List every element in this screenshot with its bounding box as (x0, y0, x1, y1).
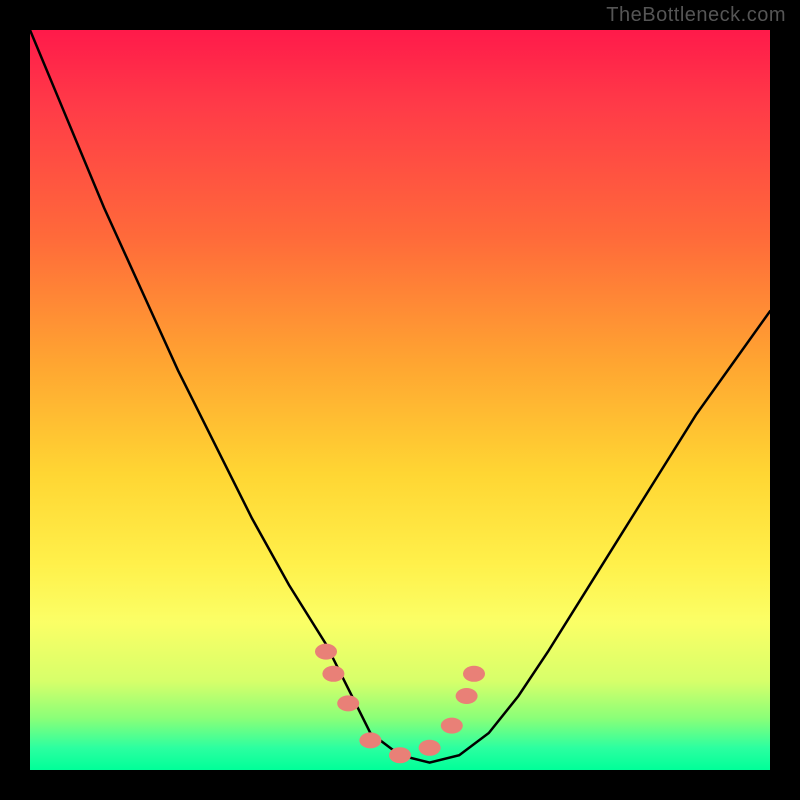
marker-point (463, 666, 485, 682)
marker-point (337, 695, 359, 711)
marker-point (456, 688, 478, 704)
plot-area (30, 30, 770, 770)
highlight-markers (315, 644, 485, 764)
chart-container: TheBottleneck.com (0, 0, 800, 800)
marker-point (389, 747, 411, 763)
marker-point (419, 740, 441, 756)
bottleneck-curve (30, 30, 770, 763)
marker-point (322, 666, 344, 682)
watermark-text: TheBottleneck.com (606, 4, 786, 27)
marker-point (359, 732, 381, 748)
chart-svg (30, 30, 770, 770)
marker-point (315, 644, 337, 660)
marker-point (441, 718, 463, 734)
